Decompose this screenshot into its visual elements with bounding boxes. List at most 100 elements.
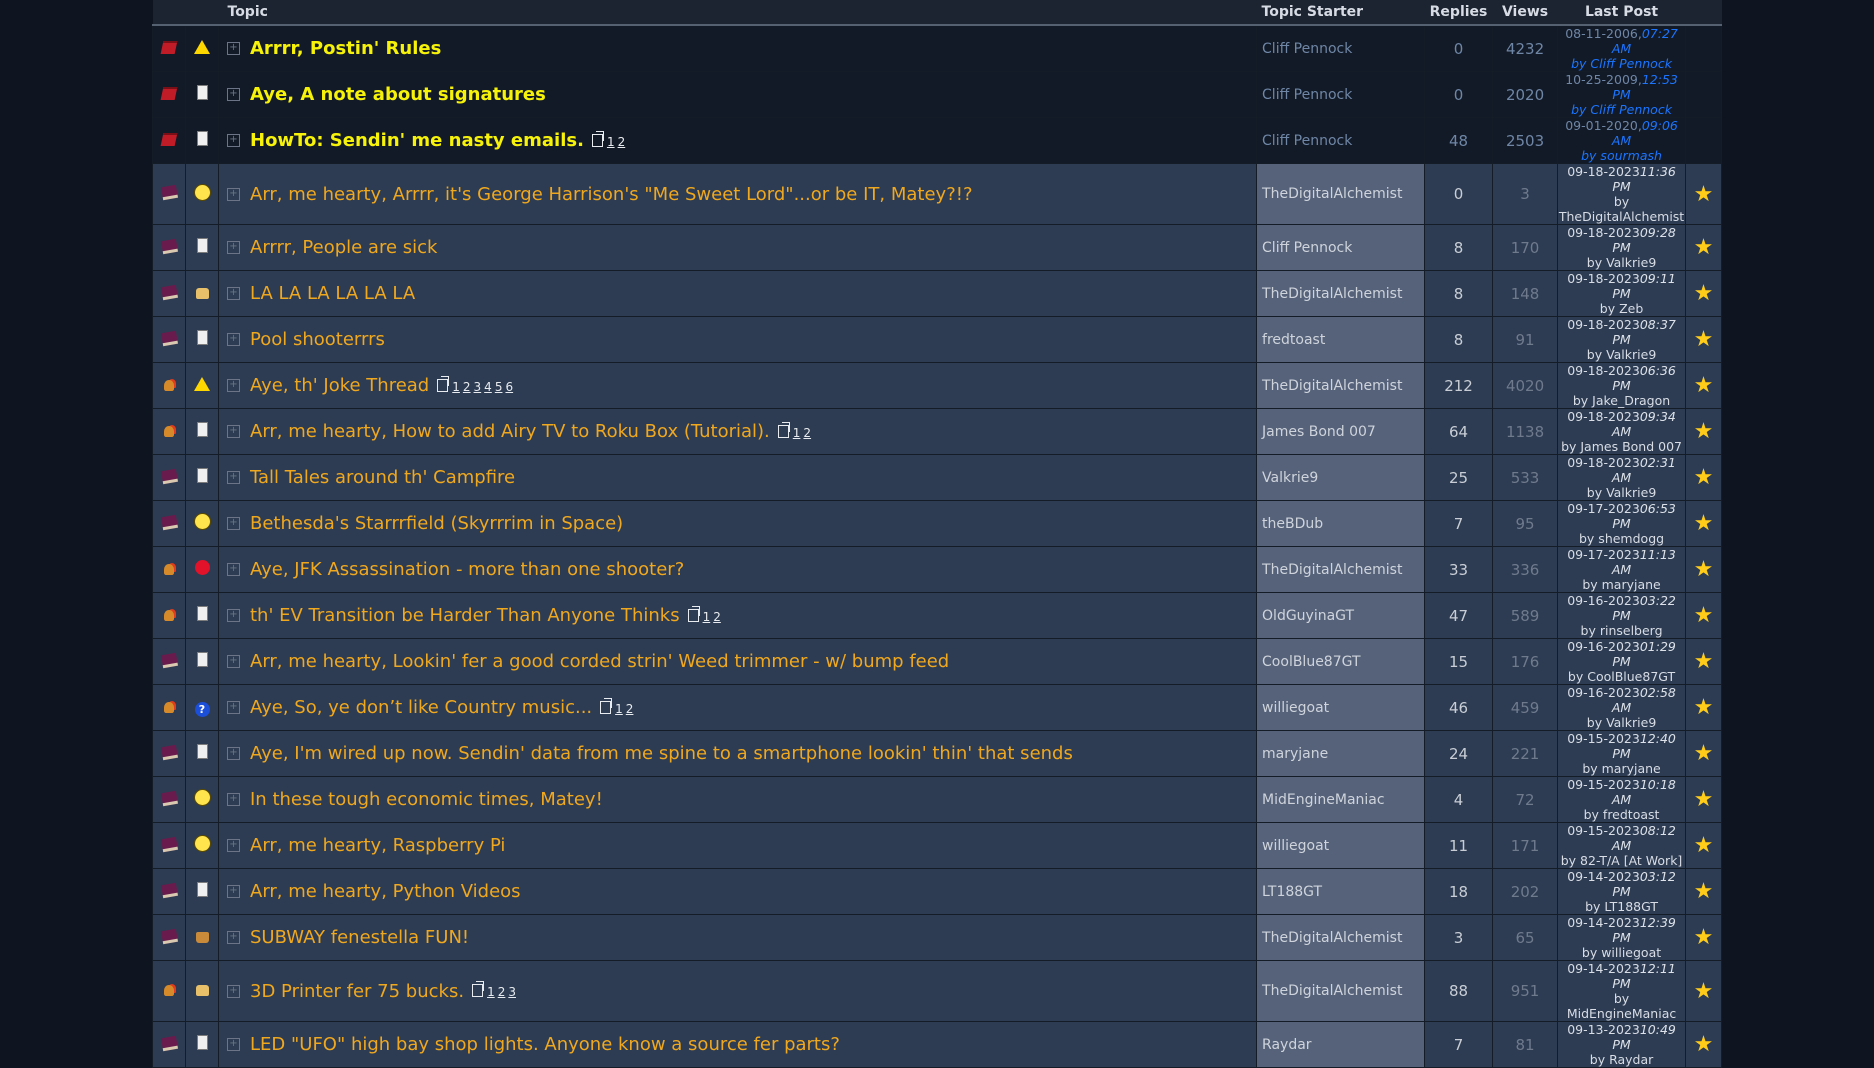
expand-icon[interactable]: + — [227, 984, 240, 998]
expand-icon[interactable]: + — [227, 134, 240, 147]
page-link[interactable]: 3 — [508, 985, 516, 999]
star-icon[interactable]: ★ — [1694, 557, 1714, 582]
thread-title-link[interactable]: th' EV Transition be Harder Than Anyone … — [250, 605, 680, 626]
thread-starter[interactable]: TheDigitalAlchemist — [1256, 270, 1426, 317]
expand-icon[interactable]: + — [227, 885, 240, 898]
page-link[interactable]: 2 — [463, 380, 471, 394]
thread-title-link[interactable]: Aye, A note about signatures — [250, 84, 546, 105]
last-post-author[interactable]: by shemdogg — [1558, 531, 1685, 546]
page-link[interactable]: 2 — [713, 610, 721, 624]
star-icon[interactable]: ★ — [1694, 979, 1714, 1004]
thread-title-link[interactable]: In these tough economic times, Matey! — [250, 789, 603, 810]
page-link[interactable]: 4 — [484, 380, 492, 394]
last-post-author[interactable]: by fredtoast — [1558, 807, 1685, 822]
expand-icon[interactable]: + — [227, 793, 240, 806]
page-link[interactable]: 2 — [498, 985, 506, 999]
expand-icon[interactable]: + — [227, 187, 240, 201]
header-topic[interactable]: Topic — [152, 0, 1257, 26]
page-link[interactable]: 1 — [793, 426, 801, 440]
reply-count[interactable]: 8 — [1424, 316, 1494, 363]
star-icon[interactable]: ★ — [1694, 695, 1714, 720]
last-post-author[interactable]: by Valkrie9 — [1558, 485, 1685, 500]
thread-title-link[interactable]: Arrrr, People are sick — [250, 237, 437, 258]
star-icon[interactable]: ★ — [1694, 925, 1714, 950]
reply-count[interactable]: 33 — [1424, 546, 1494, 593]
thread-starter[interactable]: TheDigitalAlchemist — [1256, 960, 1426, 1022]
last-post-author[interactable]: by Jake_Dragon — [1558, 393, 1685, 408]
thread-title-link[interactable]: Arr, me hearty, How to add Airy TV to Ro… — [250, 421, 770, 442]
header-replies[interactable]: Replies — [1424, 0, 1493, 26]
reply-count[interactable]: 4 — [1424, 776, 1494, 823]
star-icon[interactable]: ★ — [1694, 787, 1714, 812]
reply-count[interactable]: 8 — [1424, 224, 1494, 271]
thread-starter[interactable]: theBDub — [1256, 500, 1426, 547]
thread-starter[interactable]: CoolBlue87GT — [1256, 638, 1426, 685]
last-post-author[interactable]: by Raydar — [1558, 1052, 1685, 1067]
reply-count[interactable]: 11 — [1424, 822, 1494, 869]
header-topic-starter[interactable]: Topic Starter — [1256, 0, 1425, 26]
page-link[interactable]: 3 — [474, 380, 482, 394]
last-post-author[interactable]: by TheDigitalAlchemist — [1558, 194, 1685, 224]
thread-title-link[interactable]: Arrrr, Postin' Rules — [250, 38, 441, 59]
last-post-author[interactable]: by LT188GT — [1558, 899, 1685, 914]
thread-starter[interactable]: Cliff Pennock — [1256, 71, 1426, 118]
thread-title-link[interactable]: LED "UFO" high bay shop lights. Anyone k… — [250, 1034, 840, 1055]
star-icon[interactable]: ★ — [1694, 511, 1714, 536]
last-post-author[interactable]: by Cliff Pennock — [1558, 102, 1685, 117]
last-post-author[interactable]: by James Bond 007 — [1558, 439, 1685, 454]
last-post-author[interactable]: by sourmash — [1558, 148, 1685, 163]
expand-icon[interactable]: + — [227, 701, 240, 714]
last-post-author[interactable]: by rinselberg — [1558, 623, 1685, 638]
reply-count[interactable]: 24 — [1424, 730, 1494, 777]
expand-icon[interactable]: + — [227, 379, 240, 392]
star-icon[interactable]: ★ — [1694, 649, 1714, 674]
expand-icon[interactable]: + — [227, 42, 240, 55]
expand-icon[interactable]: + — [227, 471, 240, 484]
star-icon[interactable]: ★ — [1694, 235, 1714, 260]
expand-icon[interactable]: + — [227, 609, 240, 622]
thread-starter[interactable]: Cliff Pennock — [1256, 224, 1426, 271]
reply-count[interactable]: 88 — [1424, 960, 1494, 1022]
last-post-author[interactable]: by Valkrie9 — [1558, 347, 1685, 362]
expand-icon[interactable]: + — [227, 287, 240, 300]
thread-starter[interactable]: TheDigitalAlchemist — [1256, 546, 1426, 593]
last-post-author[interactable]: by williegoat — [1558, 945, 1685, 960]
expand-icon[interactable]: + — [227, 333, 240, 346]
reply-count[interactable]: 8 — [1424, 270, 1494, 317]
last-post-author[interactable]: by Valkrie9 — [1558, 715, 1685, 730]
expand-icon[interactable]: + — [227, 241, 240, 254]
last-post-author[interactable]: by CoolBlue87GT — [1558, 669, 1685, 684]
page-link[interactable]: 1 — [607, 135, 615, 149]
reply-count[interactable]: 7 — [1424, 1021, 1494, 1068]
star-icon[interactable]: ★ — [1694, 327, 1714, 352]
last-post-author[interactable]: by 82-T/A [At Work] — [1558, 853, 1685, 868]
expand-icon[interactable]: + — [227, 931, 240, 944]
last-post-author[interactable]: by maryjane — [1558, 761, 1685, 776]
star-icon[interactable]: ★ — [1694, 1032, 1714, 1057]
thread-title-link[interactable]: SUBWAY fenestella FUN! — [250, 927, 469, 948]
star-icon[interactable]: ★ — [1694, 465, 1714, 490]
expand-icon[interactable]: + — [227, 1038, 240, 1051]
page-link[interactable]: 6 — [505, 380, 513, 394]
expand-icon[interactable]: + — [227, 517, 240, 530]
thread-starter[interactable]: Raydar — [1256, 1021, 1426, 1068]
reply-count[interactable]: 47 — [1424, 592, 1494, 639]
thread-title-link[interactable]: Aye, JFK Assassination - more than one s… — [250, 559, 684, 580]
reply-count[interactable]: 212 — [1424, 362, 1494, 409]
thread-title-link[interactable]: Aye, th' Joke Thread — [250, 375, 429, 396]
reply-count[interactable]: 48 — [1424, 117, 1494, 164]
page-link[interactable]: 1 — [703, 610, 711, 624]
page-link[interactable]: 5 — [495, 380, 503, 394]
page-link[interactable]: 1 — [487, 985, 495, 999]
last-post-author[interactable]: by maryjane — [1558, 577, 1685, 592]
expand-icon[interactable]: + — [227, 839, 240, 852]
thread-starter[interactable]: Valkrie9 — [1256, 454, 1426, 501]
thread-title-link[interactable]: Arr, me hearty, Arrrr, it's George Harri… — [250, 184, 973, 205]
expand-icon[interactable]: + — [227, 655, 240, 668]
last-post-author[interactable]: by Zeb — [1558, 301, 1685, 316]
star-icon[interactable]: ★ — [1694, 879, 1714, 904]
last-post-author[interactable]: by Cliff Pennock — [1558, 56, 1685, 71]
thread-starter[interactable]: Cliff Pennock — [1256, 24, 1426, 72]
thread-starter[interactable]: TheDigitalAlchemist — [1256, 914, 1426, 961]
star-icon[interactable]: ★ — [1694, 281, 1714, 306]
